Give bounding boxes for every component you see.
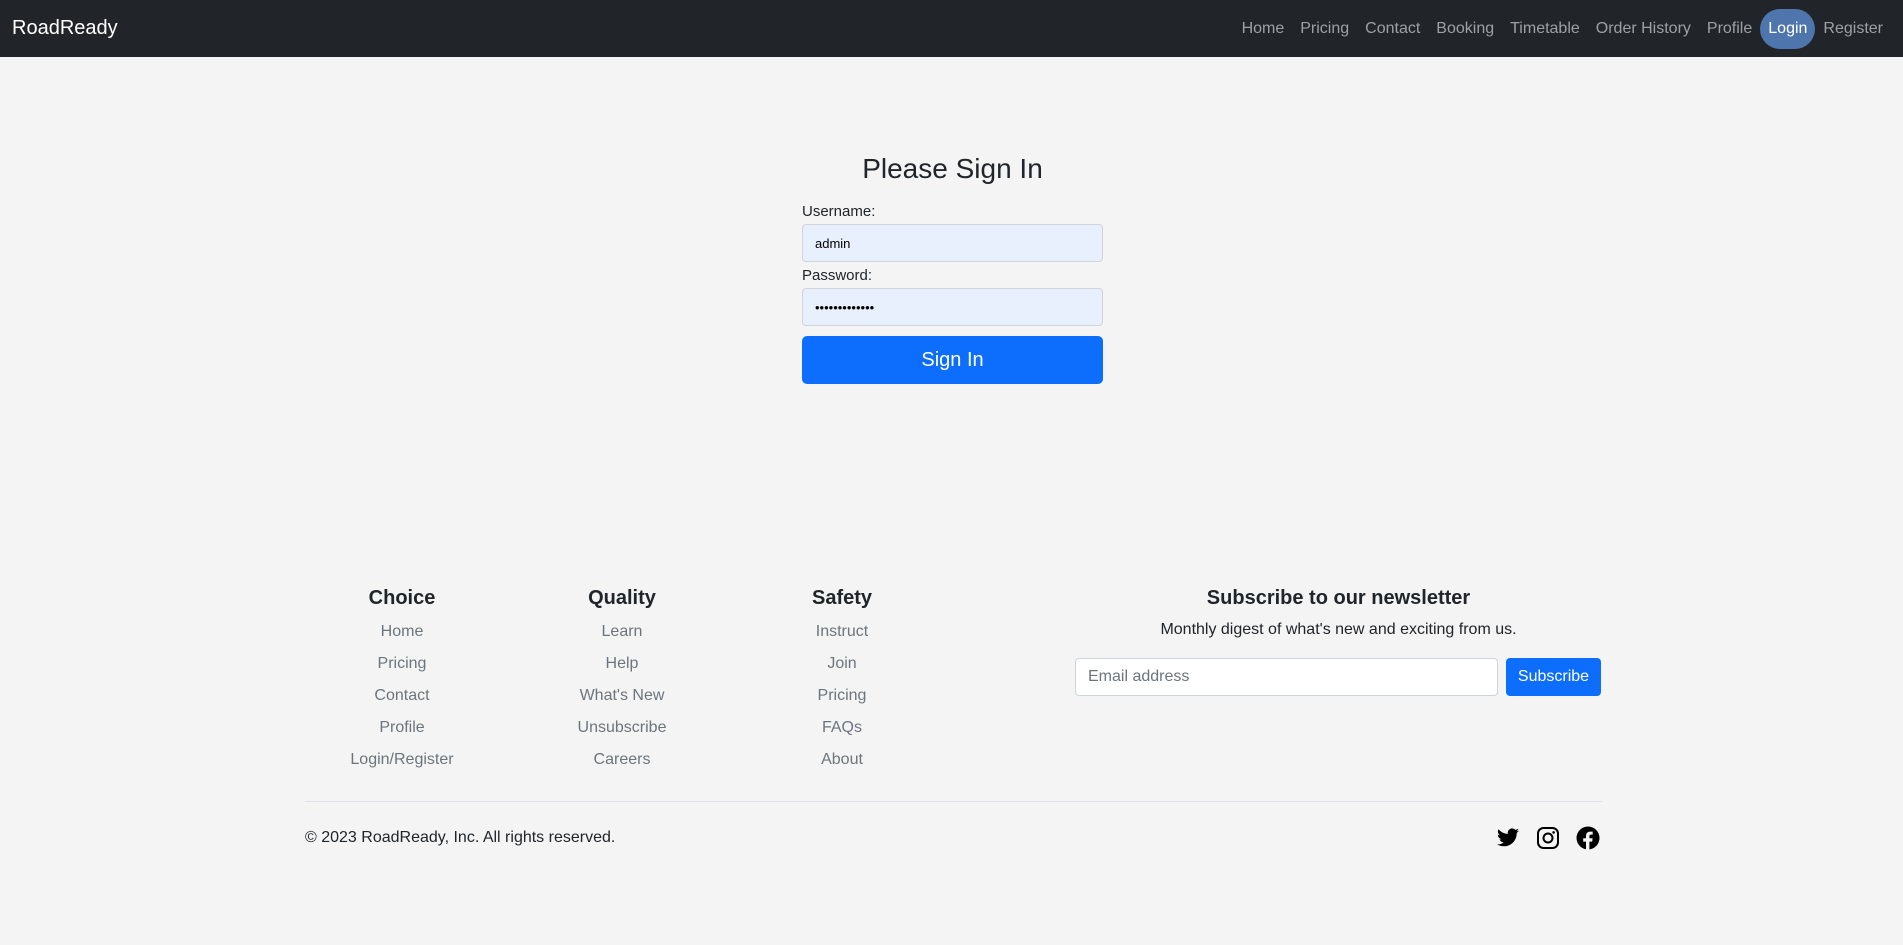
footer-column-title: Quality	[588, 587, 656, 609]
nav-home[interactable]: Home	[1234, 9, 1293, 49]
footer-link-join[interactable]: Join	[767, 648, 917, 680]
email-field[interactable]	[1075, 658, 1498, 696]
newsletter-text: Monthly digest of what's new and excitin…	[1160, 621, 1517, 638]
sign-in-button[interactable]: Sign In	[802, 336, 1103, 384]
twitter-icon[interactable]	[1496, 826, 1520, 850]
newsletter-row: Subscribe	[1075, 658, 1602, 696]
nav-login[interactable]: Login	[1760, 8, 1816, 49]
nav-pricing[interactable]: Pricing	[1292, 9, 1357, 49]
footer-divider	[305, 801, 1602, 802]
footer-column-safety: Safety Instruct Join Pricing FAQs About	[767, 586, 917, 776]
brand-logo[interactable]: RoadReady	[12, 17, 118, 40]
facebook-icon[interactable]	[1576, 826, 1600, 850]
copyright-text: © 2023 RoadReady, Inc. All rights reserv…	[305, 829, 616, 846]
footer-column-title: Safety	[811, 587, 873, 609]
nav-booking[interactable]: Booking	[1428, 9, 1502, 49]
footer-link-pricing[interactable]: Pricing	[767, 680, 917, 712]
social-links	[1496, 826, 1600, 850]
nav-register[interactable]: Register	[1815, 9, 1891, 49]
password-field[interactable]	[802, 288, 1103, 326]
username-field[interactable]	[802, 224, 1103, 262]
password-label: Password:	[802, 267, 873, 284]
footer-column-choice: Choice Home Pricing Contact Profile Logi…	[327, 586, 477, 776]
page-title: Please Sign In	[862, 153, 1043, 184]
nav-contact[interactable]: Contact	[1357, 9, 1428, 49]
nav-order-history[interactable]: Order History	[1588, 9, 1699, 49]
footer-link-learn[interactable]: Learn	[547, 616, 697, 648]
nav-profile[interactable]: Profile	[1699, 9, 1760, 49]
footer-column-title: Choice	[368, 587, 436, 609]
footer-link-login-register[interactable]: Login/Register	[327, 744, 477, 776]
subscribe-button[interactable]: Subscribe	[1506, 658, 1601, 696]
footer-link-about[interactable]: About	[767, 744, 917, 776]
footer-link-home[interactable]: Home	[327, 616, 477, 648]
newsletter-title: Subscribe to our newsletter	[1206, 587, 1471, 609]
nav-timetable[interactable]: Timetable	[1502, 9, 1588, 49]
footer-column-quality: Quality Learn Help What's New Unsubscrib…	[547, 586, 697, 776]
signin-form: Please Sign In Username: Password: Sign …	[802, 150, 1103, 384]
footer-link-profile[interactable]: Profile	[327, 712, 477, 744]
instagram-icon[interactable]	[1536, 826, 1560, 850]
footer-link-contact[interactable]: Contact	[327, 680, 477, 712]
username-label: Username:	[802, 203, 876, 220]
footer-link-instruct[interactable]: Instruct	[767, 616, 917, 648]
top-navbar: RoadReady Home Pricing Contact Booking T…	[0, 0, 1903, 57]
newsletter-form: Subscribe to our newsletter Monthly dige…	[1075, 586, 1602, 696]
footer-link-unsubscribe[interactable]: Unsubscribe	[547, 712, 697, 744]
footer-link-help[interactable]: Help	[547, 648, 697, 680]
footer-link-whats-new[interactable]: What's New	[547, 680, 697, 712]
footer-link-careers[interactable]: Careers	[547, 744, 697, 776]
footer-link-pricing[interactable]: Pricing	[327, 648, 477, 680]
footer-link-faqs[interactable]: FAQs	[767, 712, 917, 744]
nav-links: Home Pricing Contact Booking Timetable O…	[1234, 8, 1891, 49]
